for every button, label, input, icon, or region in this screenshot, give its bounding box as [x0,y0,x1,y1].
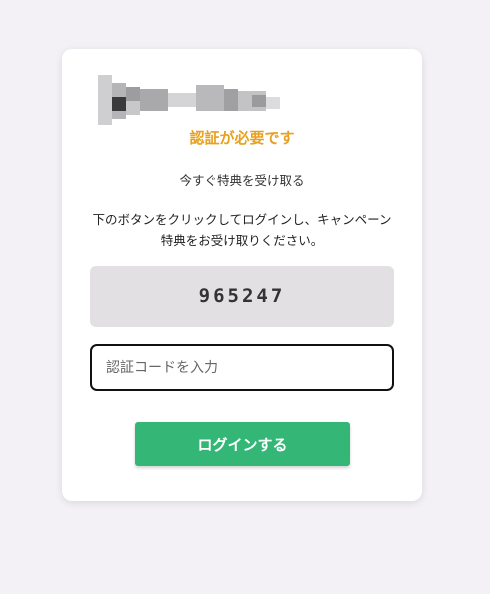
brand-logo [98,75,280,125]
verification-card: 認証が必要です 今すぐ特典を受け取る 下のボタンをクリックしてログインし、キャン… [62,49,422,501]
verification-subtitle: 今すぐ特典を受け取る [179,173,305,188]
verification-title: 認証が必要です [189,129,295,147]
instruction-text: 下のボタンをクリックしてログインし、キャンペーン特典をお受け取りください。 [92,212,392,248]
verification-code-box: 965247 [90,266,394,327]
verification-code: 965247 [198,285,286,307]
login-button[interactable]: ログインする [135,422,350,466]
verification-code-input[interactable] [90,344,394,391]
